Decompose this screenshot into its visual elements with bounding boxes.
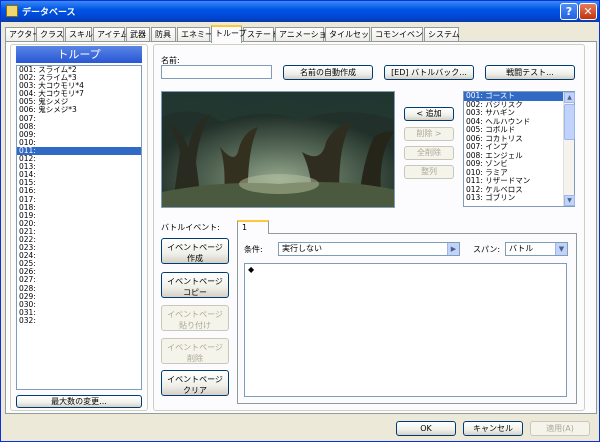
condition-arrow-icon[interactable]: ▶ bbox=[447, 243, 459, 255]
arrange-members-button[interactable]: 整列 bbox=[404, 165, 454, 179]
auto-name-button[interactable]: 名前の自動作成 bbox=[283, 65, 373, 80]
tab-7[interactable]: トループ bbox=[211, 25, 247, 43]
tab-8[interactable]: ステート bbox=[243, 27, 279, 42]
scroll-up-icon[interactable]: ▲ bbox=[564, 92, 575, 103]
battleback-preview[interactable] bbox=[161, 91, 395, 208]
tab-4[interactable]: 武器 bbox=[126, 27, 150, 42]
tab-2[interactable]: スキル bbox=[65, 27, 93, 42]
event-page-button-label-line: イベントページ bbox=[167, 343, 223, 352]
condition-value: 実行しない bbox=[282, 244, 322, 253]
event-page-button-label-line: イベントページ bbox=[167, 310, 223, 319]
event-page-button-label-line: コピー bbox=[183, 288, 207, 297]
tab-6[interactable]: エネミー bbox=[177, 27, 213, 42]
ok-button[interactable]: OK bbox=[396, 421, 456, 436]
tab-3[interactable]: アイテム bbox=[93, 27, 128, 42]
event-page-clear-button[interactable]: イベントページ クリア bbox=[161, 370, 229, 396]
event-command-list[interactable]: ◆ bbox=[244, 263, 567, 397]
apply-button[interactable]: 適用(A) bbox=[530, 421, 590, 436]
tab-5[interactable]: 防具 bbox=[151, 27, 176, 42]
tab-12[interactable]: システム bbox=[424, 27, 460, 42]
troop-list-header: トループ bbox=[16, 46, 142, 63]
battle-test-button[interactable]: 戦闘テスト... bbox=[485, 65, 575, 80]
event-page-button-label-line: 貼り付け bbox=[179, 321, 211, 330]
add-member-button[interactable]: < 追加 bbox=[404, 107, 454, 121]
span-label: スパン: bbox=[473, 245, 501, 254]
troop-list[interactable]: 001: スライム*2 002: スライム*3 003: 大コウモリ*4 004: 大… bbox=[16, 65, 142, 390]
condition-field[interactable]: 実行しない ▶ bbox=[278, 242, 460, 256]
clear-members-button[interactable]: 全削除 bbox=[404, 146, 454, 160]
cancel-button[interactable]: キャンセル bbox=[463, 421, 523, 436]
event-page-button-label-line: イベントページ bbox=[167, 375, 223, 384]
event-page-button-label-line: クリア bbox=[183, 386, 207, 395]
troop-list-item[interactable]: 032: bbox=[17, 316, 141, 325]
span-select[interactable]: バトル ▼ bbox=[505, 242, 568, 256]
event-page-button-label-line: イベントページ bbox=[167, 277, 223, 286]
event-page-delete-button[interactable]: イベントページ 削除 bbox=[161, 338, 229, 364]
tab-1[interactable]: クラス bbox=[36, 27, 64, 42]
scroll-down-icon[interactable]: ▼ bbox=[564, 195, 575, 206]
window-title: データベース bbox=[22, 8, 76, 18]
enemy-list[interactable]: 001: ゴースト 002: バジリスク 003: サハギン 004: ヘルハウンド 0… bbox=[463, 91, 575, 207]
scroll-thumb[interactable] bbox=[564, 104, 575, 140]
event-page-paste-button[interactable]: イベントページ 貼り付け bbox=[161, 305, 229, 331]
title-bar[interactable]: データベース ? ✕ bbox=[1, 1, 599, 22]
condition-label: 条件: bbox=[244, 245, 263, 254]
span-value: バトル bbox=[509, 244, 534, 253]
database-app-icon bbox=[6, 5, 18, 17]
event-page-button-label-line: 削除 bbox=[187, 354, 203, 363]
event-page-button-label-line: 作成 bbox=[187, 254, 203, 263]
tab-10[interactable]: タイルセット bbox=[325, 27, 377, 42]
name-input[interactable] bbox=[161, 65, 272, 79]
event-page-button-label-line: イベントページ bbox=[167, 243, 223, 252]
event-page-tab-1[interactable]: 1 bbox=[237, 220, 269, 234]
forest-battleback-image bbox=[162, 92, 394, 207]
battleback-button[interactable]: [ED] バトルバック... bbox=[384, 65, 474, 80]
battle-event-label: バトルイベント: bbox=[161, 223, 220, 232]
command-marker-icon[interactable]: ◆ bbox=[248, 265, 254, 274]
enemy-list-item[interactable]: 013: ゴブリン bbox=[464, 193, 564, 203]
close-icon[interactable]: ✕ bbox=[579, 3, 597, 20]
tab-11[interactable]: コモンイベント bbox=[371, 27, 431, 42]
remove-member-button[interactable]: 削除 > bbox=[404, 127, 454, 141]
tab-9[interactable]: アニメーション bbox=[275, 27, 335, 42]
change-max-button[interactable]: 最大数の変更... bbox=[16, 395, 142, 408]
event-page-copy-button[interactable]: イベントページ コピー bbox=[161, 272, 229, 298]
database-window: データベース ? ✕ アクター クラス スキル アイテム 武器 防具 エネミー トループ ステー… bbox=[0, 0, 600, 442]
span-dropdown-icon[interactable]: ▼ bbox=[555, 243, 567, 255]
event-page-create-button[interactable]: イベントページ 作成 bbox=[161, 238, 229, 264]
help-icon[interactable]: ? bbox=[560, 3, 578, 20]
enemy-list-scrollbar[interactable]: ▲ ▼ bbox=[563, 92, 575, 206]
tab-0[interactable]: アクター bbox=[5, 27, 40, 42]
